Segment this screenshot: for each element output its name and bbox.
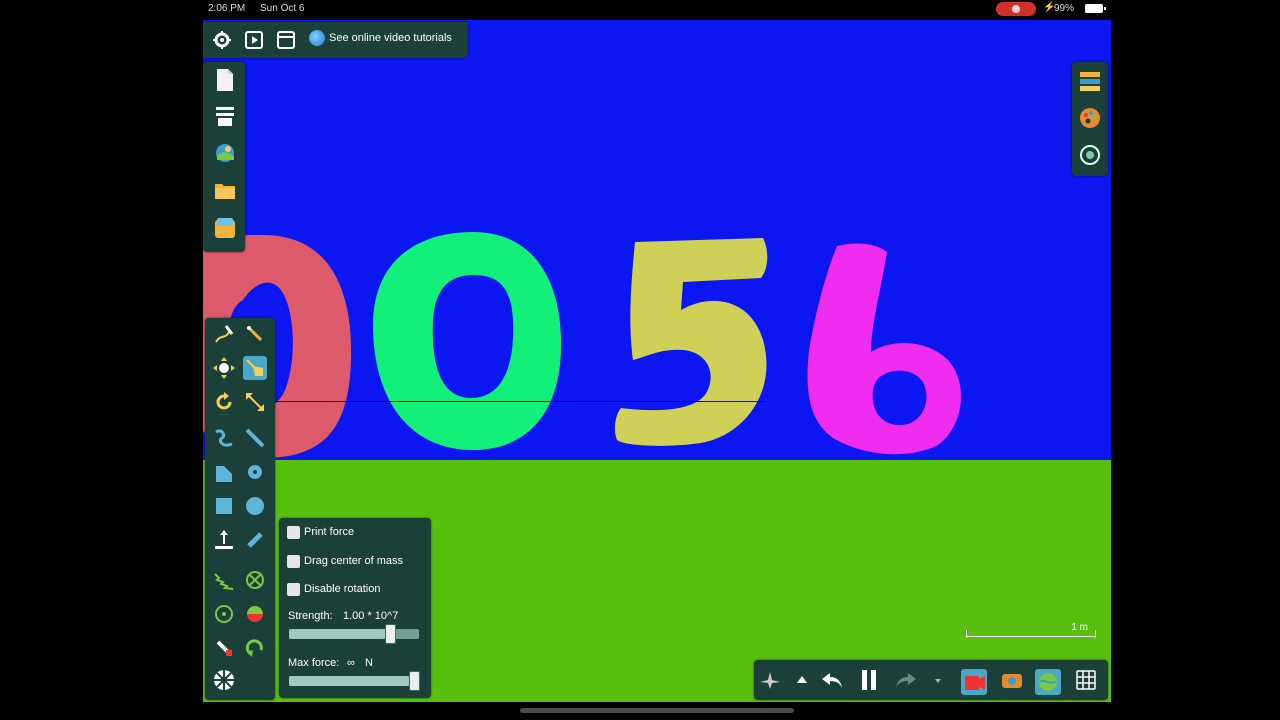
toolbox: [205, 318, 275, 700]
strength-slider-thumb[interactable]: [385, 624, 396, 644]
rotate-tool[interactable]: [212, 390, 236, 414]
scale-tool[interactable]: [243, 390, 267, 414]
camera-follow-icon[interactable]: [1079, 144, 1101, 166]
spring-tool[interactable]: [212, 568, 236, 592]
battery-icon: [1085, 4, 1106, 13]
scale-label: 1 m: [1071, 622, 1088, 633]
record-icon[interactable]: [960, 668, 987, 695]
screen-record-icon: [996, 2, 1036, 16]
max-force-label: Max force:: [288, 657, 340, 669]
scale-line: [966, 630, 1096, 638]
digit-0-green: [372, 232, 562, 450]
max-force-value: ∞: [347, 657, 355, 669]
drag-center-of-mass-checkbox[interactable]: [287, 555, 300, 568]
circle-tool[interactable]: [243, 494, 267, 518]
pause-icon[interactable]: [857, 668, 881, 692]
chain-tool[interactable]: [212, 426, 236, 450]
airplane-icon[interactable]: [758, 668, 782, 692]
print-force-checkbox[interactable]: [287, 526, 300, 539]
save-icon[interactable]: [214, 216, 236, 240]
tutorials-link[interactable]: See online video tutorials: [329, 32, 452, 44]
left-bar: [203, 62, 245, 252]
status-bar: 2:06 PM Sun Oct 6 ⚡ 99%: [0, 0, 1280, 18]
globe-icon[interactable]: [309, 30, 325, 46]
move-tool[interactable]: [212, 356, 236, 380]
up-arrow-icon[interactable]: [790, 668, 814, 692]
top-bar: See online video tutorials: [203, 22, 468, 58]
drag-properties-panel: Print force Drag center of mass Disable …: [279, 518, 431, 698]
drag-force-line: [263, 401, 763, 402]
disable-rotation-checkbox[interactable]: [287, 583, 300, 596]
digit-5-yellow: [614, 238, 768, 446]
window-icon[interactable]: [276, 30, 296, 50]
down-arrow-icon[interactable]: [926, 668, 950, 692]
drag-center-of-mass-label: Drag center of mass: [304, 555, 404, 567]
drag-tool[interactable]: [243, 356, 267, 380]
max-force-slider-fill: [289, 676, 409, 686]
brush-tool[interactable]: [243, 322, 267, 346]
fixate-tool[interactable]: [243, 568, 267, 592]
layers-icon[interactable]: [1079, 70, 1101, 92]
thruster-tool[interactable]: [212, 528, 236, 552]
hinge-tool[interactable]: [243, 636, 267, 660]
status-date: Sun Oct 6: [260, 3, 305, 14]
plane-tool[interactable]: [212, 460, 236, 484]
new-scene-icon[interactable]: [214, 68, 236, 92]
print-force-label: Print force: [304, 526, 355, 538]
strength-value: 1.00 * 10^7: [343, 610, 399, 622]
menu-icon[interactable]: [214, 104, 236, 128]
play-icon[interactable]: [244, 30, 264, 50]
axle-tool[interactable]: [212, 602, 236, 626]
digit-6-magenta: [807, 243, 961, 455]
camera-icon[interactable]: [1000, 668, 1024, 692]
gear-tool[interactable]: [243, 460, 267, 484]
box-tool[interactable]: [212, 494, 236, 518]
palette-icon[interactable]: [1079, 107, 1101, 129]
scene-image-icon[interactable]: [214, 140, 236, 164]
right-bar: [1072, 62, 1108, 176]
eraser-tool[interactable]: [212, 636, 236, 660]
max-force-slider-thumb[interactable]: [409, 671, 420, 691]
status-time: 2:06 PM: [208, 3, 246, 14]
tracer-tool[interactable]: [243, 602, 267, 626]
texture-tool[interactable]: [212, 668, 236, 692]
planet-icon[interactable]: [1034, 668, 1061, 695]
strength-label: Strength:: [288, 610, 333, 622]
digit-shapes[interactable]: [203, 20, 1111, 460]
undo-icon[interactable]: [820, 668, 844, 692]
folder-icon[interactable]: [214, 178, 236, 202]
home-indicator[interactable]: [520, 708, 794, 713]
scale-indicator: 1 m: [966, 622, 1096, 644]
sketch-tool[interactable]: [212, 322, 236, 346]
pen-tool[interactable]: [243, 528, 267, 552]
max-force-slider[interactable]: [289, 671, 420, 691]
grid-icon[interactable]: [1074, 668, 1098, 692]
knife-tool[interactable]: [243, 426, 267, 450]
bottom-bar: [754, 660, 1108, 700]
battery-percent: 99%: [1054, 3, 1075, 14]
strength-slider[interactable]: [289, 624, 419, 644]
redo-icon[interactable]: [894, 668, 918, 692]
strength-slider-fill: [289, 629, 385, 639]
gear-icon[interactable]: [212, 30, 232, 50]
max-force-unit: N: [365, 657, 373, 669]
disable-rotation-label: Disable rotation: [304, 583, 381, 595]
